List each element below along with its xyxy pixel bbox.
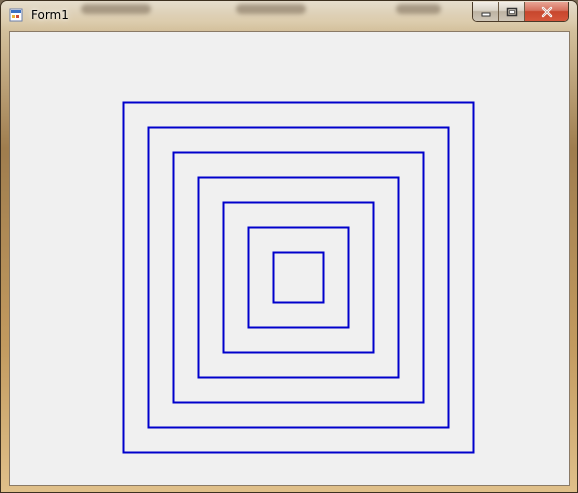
square-outline-7: [272, 251, 325, 304]
close-icon: [541, 6, 552, 17]
square-outline-2: [147, 126, 450, 429]
form-client-area[interactable]: [9, 31, 570, 486]
square-outline-1: [122, 101, 475, 454]
caption-buttons: [472, 2, 569, 22]
title-bar[interactable]: Form1: [1, 1, 577, 31]
maximize-icon: [506, 7, 517, 16]
form-window: Form1: [0, 0, 578, 493]
background-window-text: [81, 4, 151, 14]
square-outline-3: [172, 151, 425, 404]
window-title: Form1: [31, 8, 69, 22]
background-window-text: [236, 4, 306, 14]
minimize-button[interactable]: [473, 2, 499, 21]
windows-form-icon[interactable]: [9, 8, 23, 22]
close-button[interactable]: [525, 2, 568, 21]
square-outline-5: [222, 201, 375, 354]
background-window-text: [396, 4, 441, 14]
drawing-canvas: [122, 101, 475, 454]
minimize-icon: [481, 12, 490, 16]
square-outline-4: [197, 176, 400, 379]
maximize-button[interactable]: [499, 2, 525, 21]
square-outline-6: [247, 226, 350, 329]
